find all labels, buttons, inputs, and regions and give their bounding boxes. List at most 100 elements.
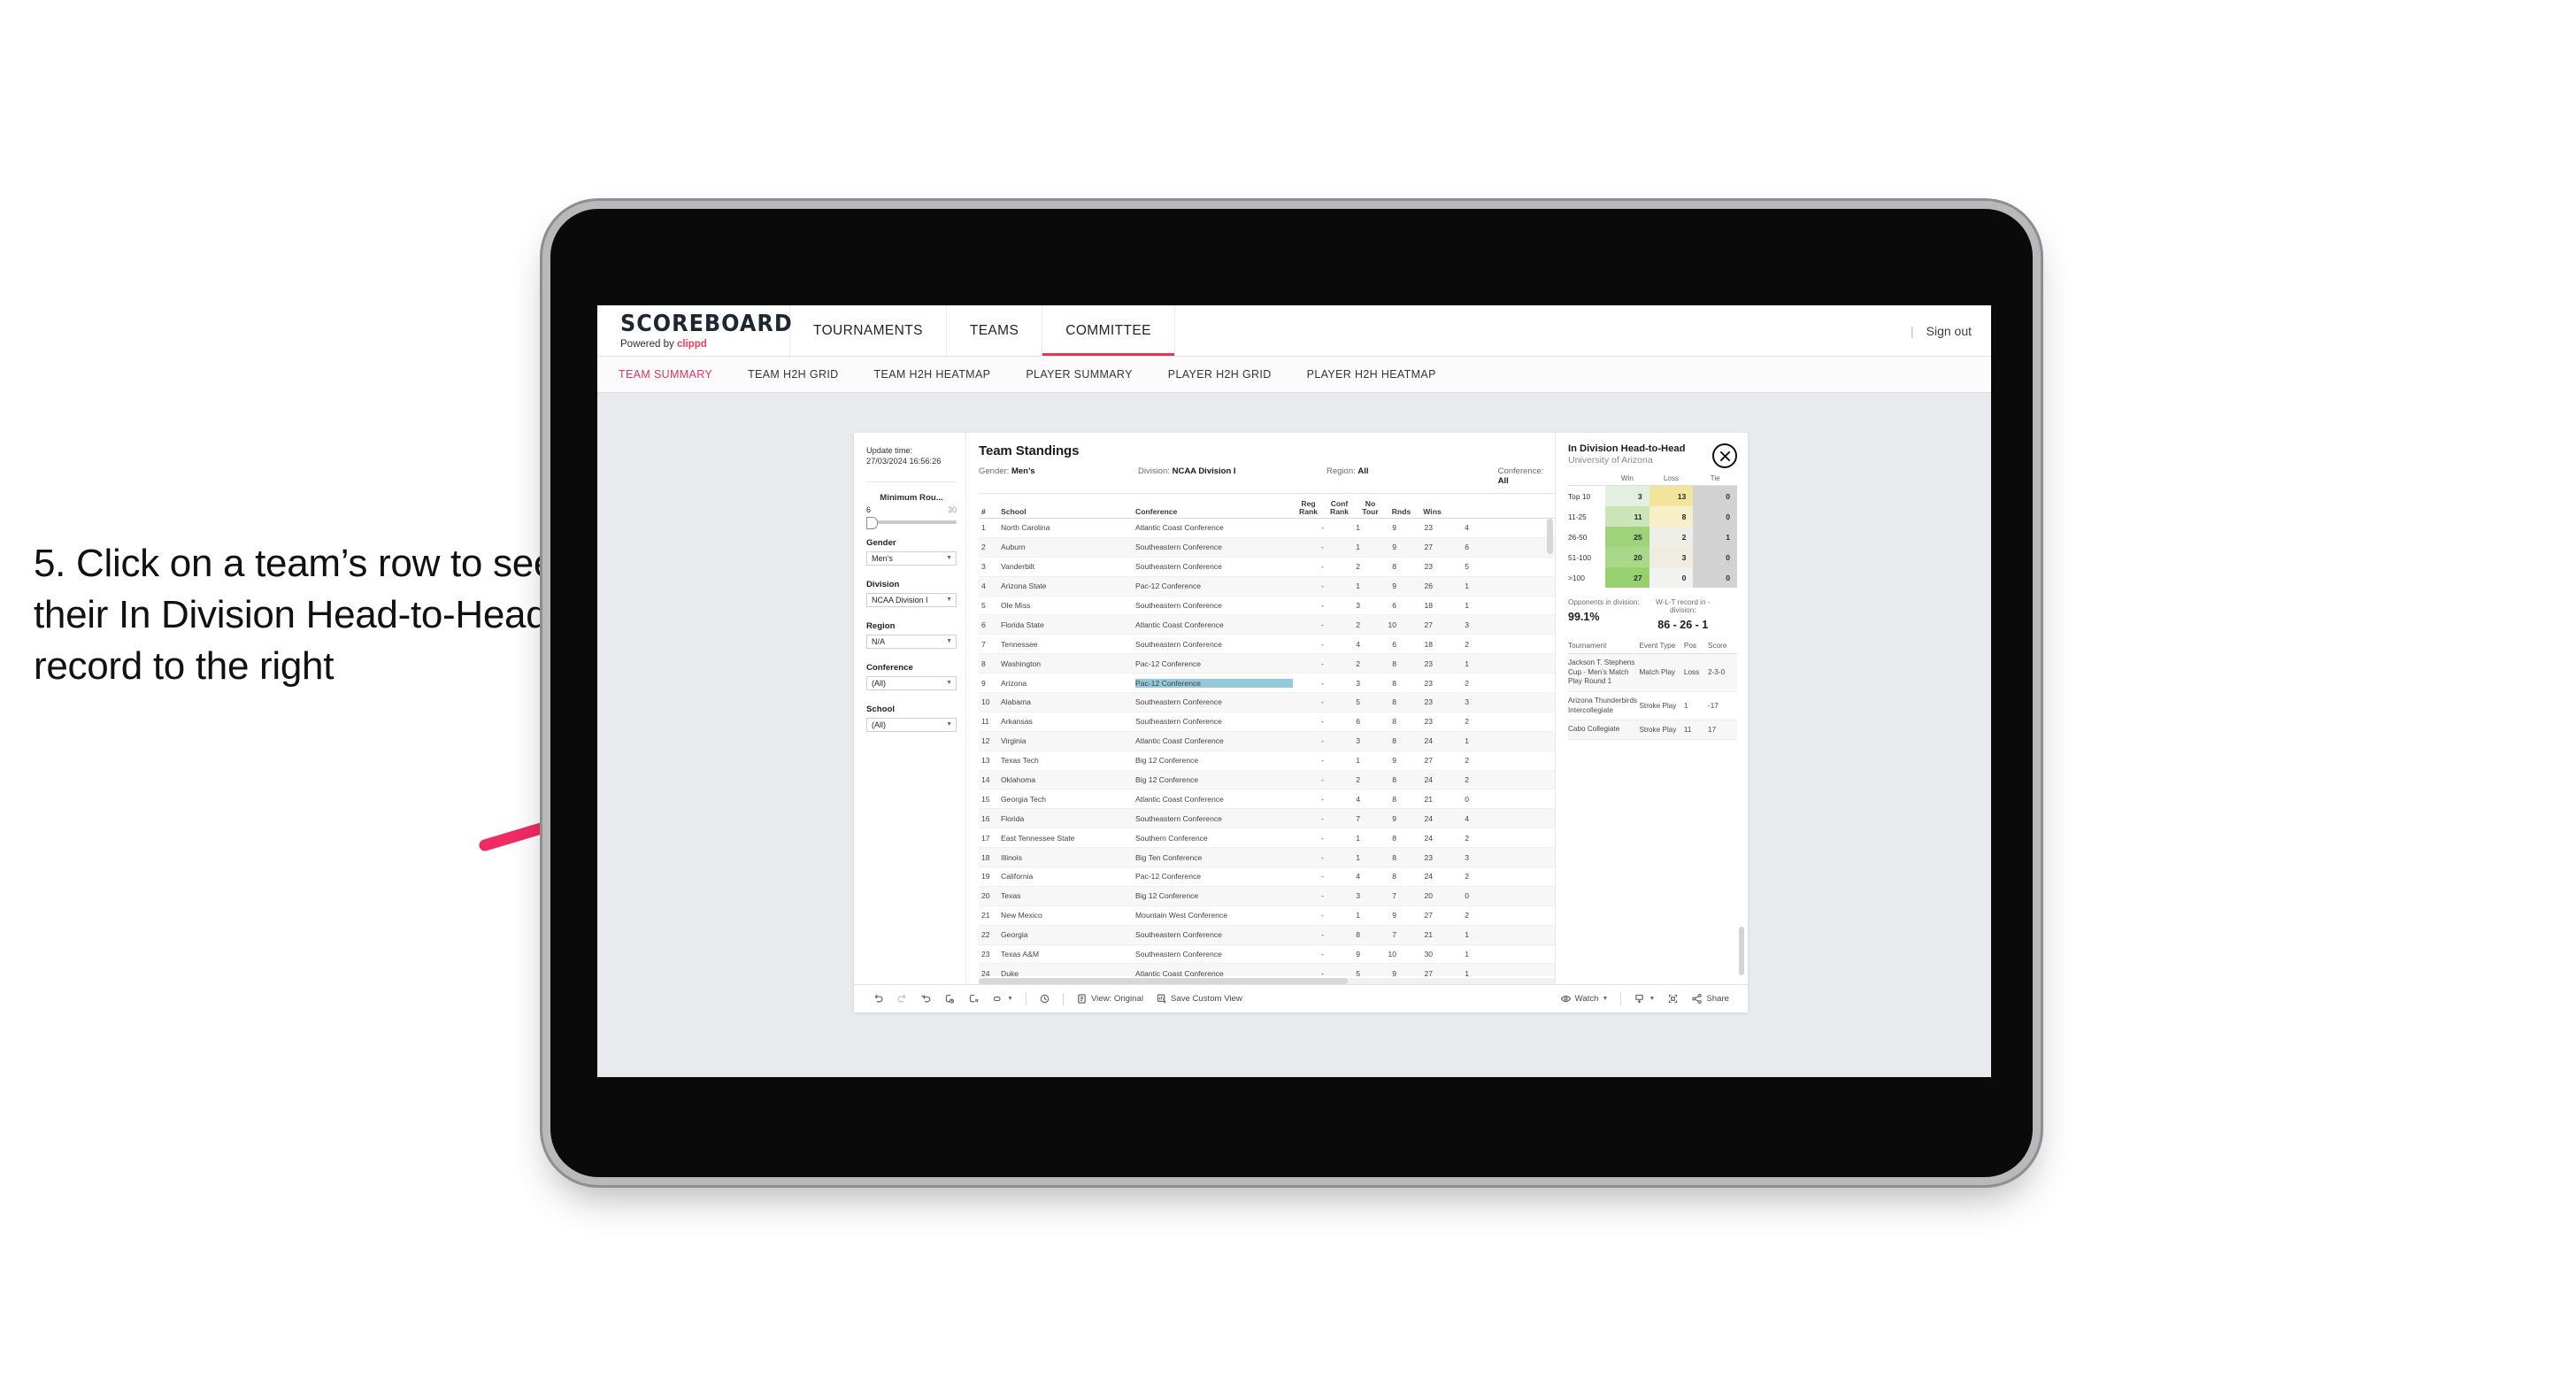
table-row[interactable]: 8 Washington Pac-12 Conference - 2 8 23 1: [979, 654, 1555, 674]
cell-conference: Southeastern Conference: [1135, 562, 1222, 572]
tab-team-h2h-grid[interactable]: TEAM H2H GRID: [730, 368, 856, 381]
minimum-rounds-filter: Minimum Rou... 6 30: [866, 493, 957, 529]
cell-wins: 0: [1465, 891, 1469, 901]
event-pos: Loss: [1683, 668, 1700, 677]
share-button[interactable]: Share: [1685, 993, 1735, 1005]
cell-conference: Southeastern Conference: [1135, 697, 1222, 707]
revert-button[interactable]: [914, 993, 938, 1005]
event-tournament: Cabo Collegiate: [1568, 725, 1620, 734]
pause-button[interactable]: [962, 993, 986, 1005]
table-row[interactable]: 23 Texas A&M Southeastern Conference - 9 10 30…: [979, 945, 1555, 965]
cell-wins: 2: [1465, 639, 1469, 649]
tab-player-h2h-heatmap[interactable]: PLAYER H2H HEATMAP: [1289, 368, 1454, 381]
col-header-wins[interactable]: Wins: [1417, 507, 1448, 516]
gender-select[interactable]: Men’s ▼: [866, 551, 957, 566]
cell-rank: 17: [981, 833, 990, 843]
cell-no-tour: 8: [1392, 852, 1396, 862]
table-row[interactable]: 17 East Tennessee State Southern Conferenc…: [979, 828, 1555, 849]
cell-rank: 6: [981, 620, 986, 629]
tab-team-h2h-heatmap[interactable]: TEAM H2H HEATMAP: [857, 368, 1009, 381]
event-row[interactable]: Jackson T. Stephens Cup - Men’s Match Pl…: [1568, 654, 1737, 692]
h2h-win-cell: 27: [1605, 567, 1649, 588]
table-vertical-scrollbar[interactable]: [1547, 519, 1553, 554]
fullscreen-button[interactable]: [1661, 993, 1685, 1005]
watch-button[interactable]: Watch ▼: [1554, 993, 1615, 1005]
nav-item-tournaments[interactable]: TOURNAMENTS: [790, 305, 947, 356]
event-score: 17: [1708, 726, 1717, 735]
table-row[interactable]: 9 Arizona Pac-12 Conference - 3 8 23 2: [979, 674, 1555, 694]
cell-rnds: 23: [1424, 852, 1433, 862]
nav-item-committee[interactable]: COMMITTEE: [1042, 305, 1175, 356]
slider-handle[interactable]: [866, 516, 878, 529]
redo-button[interactable]: [890, 993, 914, 1005]
gender-filter: Gender Men’s ▼: [866, 538, 957, 566]
table-row[interactable]: 4 Arizona State Pac-12 Conference - 1 9 26 1: [979, 576, 1555, 597]
table-row[interactable]: 2 Auburn Southeastern Conference - 1 9 27 6: [979, 537, 1555, 558]
cell-conf-rank: 1: [1356, 543, 1360, 552]
refresh-button[interactable]: [938, 993, 962, 1005]
undo-button[interactable]: [866, 993, 890, 1005]
table-row[interactable]: 14 Oklahoma Big 12 Conference - 2 8 24 2: [979, 770, 1555, 790]
save-custom-view-label: Save Custom View: [1170, 994, 1242, 1004]
table-row[interactable]: 11 Arkansas Southeastern Conference - 6 8 23 2: [979, 712, 1555, 732]
tab-player-summary[interactable]: PLAYER SUMMARY: [1008, 368, 1150, 381]
download-button[interactable]: ▼: [1627, 993, 1661, 1005]
table-row[interactable]: 18 Illinois Big Ten Conference -1 8 23 3: [979, 848, 1555, 868]
table-row[interactable]: 19 California Pac-12 Conference - 4 8 24 2: [979, 867, 1555, 887]
cell-school: Georgia: [1001, 930, 1028, 940]
history-button[interactable]: [1033, 993, 1057, 1005]
cell-reg-rank: -: [1321, 717, 1324, 727]
cell-rank: 18: [981, 852, 990, 862]
slider-track[interactable]: [866, 516, 957, 529]
highlight-button[interactable]: ▼: [986, 993, 1019, 1005]
table-row[interactable]: 7 Tennessee Southeastern Conference - 4 6 18 2: [979, 635, 1555, 655]
cell-reg-rank: -: [1321, 543, 1324, 552]
cell-school: Ole Miss: [1001, 601, 1031, 610]
table-row[interactable]: 13 Texas Tech Big 12 Conference - 1 9 27 2: [979, 751, 1555, 771]
pause-icon: [969, 994, 979, 1003]
sign-out-link[interactable]: Sign out: [1926, 324, 1972, 338]
close-icon[interactable]: [1712, 443, 1737, 468]
table-row[interactable]: 22 Georgia Southeastern Conference - 8 7 21 1: [979, 925, 1555, 945]
col-header-conference[interactable]: Conference: [1135, 507, 1293, 516]
table-row[interactable]: 12 Virginia Atlantic Coast Conference - 3 8 24…: [979, 731, 1555, 751]
event-table-scrollbar[interactable]: [1739, 927, 1744, 975]
school-select[interactable]: (All) ▼: [866, 717, 957, 732]
chevron-down-icon: ▼: [1649, 996, 1656, 1002]
col-header-reg-rank[interactable]: Reg Rank: [1293, 499, 1324, 516]
cell-conf-rank: 1: [1356, 581, 1360, 591]
col-header-no-tour[interactable]: No Tour: [1355, 499, 1386, 516]
col-header-rank[interactable]: #: [979, 507, 1001, 516]
table-horizontal-scrollbar[interactable]: [979, 978, 1555, 984]
table-row[interactable]: 10 Alabama Southeastern Conference - 5 8 23 3: [979, 693, 1555, 712]
col-header-school[interactable]: School: [1001, 507, 1135, 516]
table-row[interactable]: 1 North Carolina Atlantic Coast Conference…: [979, 519, 1555, 538]
table-row[interactable]: 24 Duke Atlantic Coast Conference - 5 9 27 1: [979, 964, 1555, 976]
event-row[interactable]: Arizona Thunderbirds Intercollegiate Stro…: [1568, 692, 1737, 721]
table-row[interactable]: 3 Vanderbilt Southeastern Conference - 2 8 23 5: [979, 558, 1555, 577]
nav-item-teams[interactable]: TEAMS: [947, 305, 1043, 356]
col-header-conf-rank[interactable]: Conf Rank: [1324, 499, 1355, 516]
cell-conf-rank: 1: [1356, 833, 1360, 843]
tab-player-h2h-grid[interactable]: PLAYER H2H GRID: [1150, 368, 1289, 381]
table-row[interactable]: 20 Texas Big 12 Conference - 3 7 20 0: [979, 886, 1555, 906]
cell-no-tour: 8: [1392, 697, 1396, 707]
table-row[interactable]: 5 Ole Miss Southeastern Conference - 3 6 18 1: [979, 597, 1555, 616]
h2h-col-tie: Tie: [1710, 474, 1720, 482]
region-select[interactable]: N/A ▼: [866, 634, 957, 649]
col-header-rnds[interactable]: Rnds: [1386, 507, 1417, 516]
table-row[interactable]: 15 Georgia Tech Atlantic Coast Conference -…: [979, 789, 1555, 810]
table-row[interactable]: 6 Florida State Atlantic Coast Conference -…: [979, 615, 1555, 635]
dashboard-body: Update time: 27/03/2024 16:56:26 Minimum…: [854, 433, 1748, 984]
event-row[interactable]: Cabo Collegiate Stroke Play 11 17: [1568, 720, 1737, 740]
cell-wins: 0: [1465, 794, 1469, 804]
division-select[interactable]: NCAA Division I ▼: [866, 592, 957, 607]
tab-team-summary[interactable]: TEAM SUMMARY: [619, 368, 730, 381]
standings-rows[interactable]: 1 North Carolina Atlantic Coast Conference…: [979, 519, 1555, 976]
view-original-button[interactable]: View: Original: [1070, 993, 1150, 1005]
table-row[interactable]: 16 Florida Southeastern Conference - 7 9 24 4: [979, 809, 1555, 829]
cell-rank: 13: [981, 756, 990, 766]
save-custom-view-button[interactable]: Save Custom View: [1150, 993, 1249, 1005]
table-row[interactable]: 21 New Mexico Mountain West Conference - 1 9 2…: [979, 906, 1555, 926]
conference-select[interactable]: (All) ▼: [866, 675, 957, 690]
